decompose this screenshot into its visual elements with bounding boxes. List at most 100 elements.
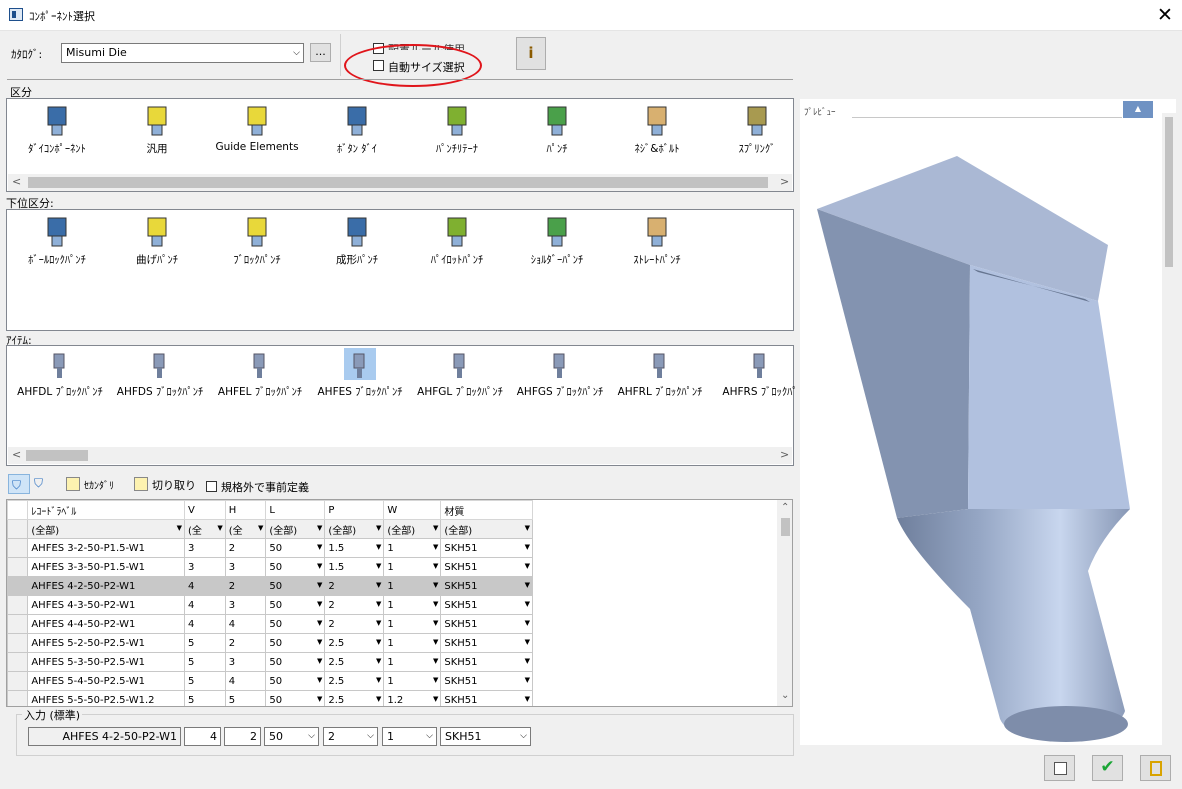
category-scrollbar[interactable]: < > <box>8 174 792 191</box>
secondary-label[interactable]: ｾｶﾝﾀﾞﾘ <box>84 477 114 492</box>
row-header[interactable] <box>7 652 29 672</box>
table-row[interactable]: AHFES 3-3-50-P1.5-W133501.51SKH51 <box>7 557 533 577</box>
scroll-right-icon[interactable]: > <box>780 448 789 461</box>
header-row[interactable]: ﾚｺｰﾄﾞﾗﾍﾞﾙ V H L P W 材質 <box>7 500 533 520</box>
cell[interactable]: 50 <box>265 557 326 577</box>
ok-button[interactable]: ✔ <box>1092 755 1123 781</box>
cell[interactable]: 4 <box>224 671 267 691</box>
cell[interactable]: 2 <box>324 595 385 615</box>
category-item[interactable]: ｽﾌﾟﾘﾝｸﾞ <box>707 103 807 156</box>
subcategory-item[interactable]: 成形ﾊﾟﾝﾁ <box>307 214 407 267</box>
cell[interactable]: AHFES 5-4-50-P2.5-W1 <box>27 671 186 691</box>
settings-button[interactable] <box>1044 755 1075 781</box>
cell[interactable]: AHFES 4-3-50-P2-W1 <box>27 595 186 615</box>
preview-vscrollbar[interactable] <box>1162 113 1176 745</box>
cell[interactable]: 2 <box>224 633 267 653</box>
cell[interactable]: 5 <box>184 690 226 706</box>
cell[interactable]: 50 <box>265 595 326 615</box>
cell[interactable]: 1 <box>383 595 442 615</box>
cell[interactable]: 5 <box>184 671 226 691</box>
cell[interactable]: 1.5 <box>324 557 385 577</box>
cell[interactable]: 2.5 <box>324 633 385 653</box>
cell[interactable]: 3 <box>184 557 226 577</box>
cell[interactable]: (全部) <box>383 519 442 539</box>
row-header[interactable] <box>7 633 29 653</box>
row-header[interactable] <box>7 557 29 577</box>
input-w-select[interactable]: 1 ⌵ <box>382 727 437 746</box>
info-button[interactable]: i <box>516 37 546 70</box>
cell[interactable]: AHFES 5-5-50-P2.5-W1.2 <box>27 690 186 706</box>
cell[interactable]: AHFES 5-3-50-P2.5-W1 <box>27 652 186 672</box>
cell[interactable]: 1 <box>383 633 442 653</box>
subcategory-item[interactable]: ｽﾄﾚｰﾄﾊﾟﾝﾁ <box>607 214 707 267</box>
input-p-select[interactable]: 2 ⌵ <box>323 727 378 746</box>
row-header[interactable] <box>7 538 29 558</box>
catalog-select[interactable]: Misumi Die ⌵ <box>61 43 304 63</box>
cell[interactable]: AHFES 3-3-50-P1.5-W1 <box>27 557 186 577</box>
cut-label[interactable]: 切り取り <box>152 477 196 493</box>
scroll-thumb[interactable] <box>28 177 768 188</box>
close-button[interactable]: ✕ <box>1150 2 1180 28</box>
category-item[interactable]: ﾊﾟﾝﾁﾘﾃｰﾅ <box>407 103 507 156</box>
cell[interactable]: P <box>324 500 385 520</box>
predefine-checkbox[interactable] <box>206 481 217 492</box>
scroll-down-icon[interactable]: ⌄ <box>781 690 789 701</box>
cell[interactable]: 50 <box>265 614 326 634</box>
input-material-select[interactable]: SKH51 ⌵ <box>440 727 531 746</box>
cell[interactable]: W <box>383 500 442 520</box>
subcategory-item[interactable]: ﾊﾟｲﾛｯﾄﾊﾟﾝﾁ <box>407 214 507 267</box>
scroll-right-icon[interactable]: > <box>780 175 789 188</box>
cut-icon[interactable] <box>134 477 148 491</box>
cell[interactable]: 2.5 <box>324 652 385 672</box>
clear-filter-icon[interactable]: ⛉ <box>34 476 43 491</box>
cell[interactable]: 5 <box>184 652 226 672</box>
cell[interactable]: 1.2 <box>383 690 442 706</box>
cell[interactable]: 2.5 <box>324 690 385 706</box>
subcategory-item[interactable]: ﾎﾞｰﾙﾛｯｸﾊﾟﾝﾁ <box>7 214 107 267</box>
cell[interactable]: AHFES 3-2-50-P1.5-W1 <box>27 538 186 558</box>
cell[interactable]: SKH51 <box>440 557 533 577</box>
cell[interactable]: 4 <box>184 576 226 596</box>
cell[interactable]: (全部) <box>440 519 533 539</box>
table-row[interactable]: AHFES 4-2-50-P2-W1425021SKH51 <box>7 576 533 596</box>
cell[interactable]: (全 <box>224 519 267 539</box>
category-item[interactable]: ﾀﾞｲｺﾝﾎﾟｰﾈﾝﾄ <box>7 103 107 156</box>
row-header[interactable] <box>7 576 29 596</box>
row-header[interactable] <box>7 671 29 691</box>
input-v-field[interactable]: 4 <box>184 727 221 746</box>
cell[interactable]: 50 <box>265 652 326 672</box>
category-item[interactable]: Guide Elements <box>207 103 307 153</box>
cell[interactable]: 1 <box>383 652 442 672</box>
items-scrollbar[interactable]: < > <box>8 447 792 464</box>
cell[interactable]: SKH51 <box>440 595 533 615</box>
cell[interactable]: SKH51 <box>440 690 533 706</box>
cell[interactable]: 3 <box>224 595 267 615</box>
item-entry[interactable]: AHFRS ﾌﾞﾛｯｸﾊﾟ <box>710 348 810 399</box>
grid-vscrollbar[interactable]: ⌃ ⌄ <box>777 500 792 706</box>
item-entry[interactable]: AHFGS ﾌﾞﾛｯｸﾊﾟﾝﾁ <box>510 348 610 399</box>
row-header[interactable] <box>7 500 29 520</box>
cell[interactable]: 50 <box>265 690 326 706</box>
input-l-select[interactable]: 50 ⌵ <box>264 727 319 746</box>
cell[interactable]: AHFES 5-2-50-P2.5-W1 <box>27 633 186 653</box>
category-item[interactable]: ﾊﾟﾝﾁ <box>507 103 607 156</box>
cell[interactable]: AHFES 4-2-50-P2-W1 <box>27 576 186 596</box>
cell[interactable]: 1 <box>383 538 442 558</box>
subcategory-item[interactable]: 曲げﾊﾟﾝﾁ <box>107 214 207 267</box>
cell[interactable]: (全部) <box>265 519 326 539</box>
cell[interactable]: 50 <box>265 576 326 596</box>
scroll-thumb[interactable] <box>1165 117 1173 267</box>
cell[interactable]: 3 <box>224 652 267 672</box>
item-entry[interactable]: AHFDS ﾌﾞﾛｯｸﾊﾟﾝﾁ <box>110 348 210 399</box>
cell[interactable]: SKH51 <box>440 614 533 634</box>
table-row[interactable]: AHFES 3-2-50-P1.5-W132501.51SKH51 <box>7 538 533 558</box>
scroll-thumb[interactable] <box>781 518 790 536</box>
cell[interactable]: 2 <box>324 614 385 634</box>
scroll-left-icon[interactable]: < <box>12 448 21 461</box>
cell[interactable]: SKH51 <box>440 538 533 558</box>
cell[interactable]: 3 <box>184 538 226 558</box>
cell[interactable]: 50 <box>265 538 326 558</box>
cell[interactable]: 4 <box>184 614 226 634</box>
category-item[interactable]: ﾈｼﾞ&ﾎﾞﾙﾄ <box>607 103 707 156</box>
cell[interactable]: 2.5 <box>324 671 385 691</box>
